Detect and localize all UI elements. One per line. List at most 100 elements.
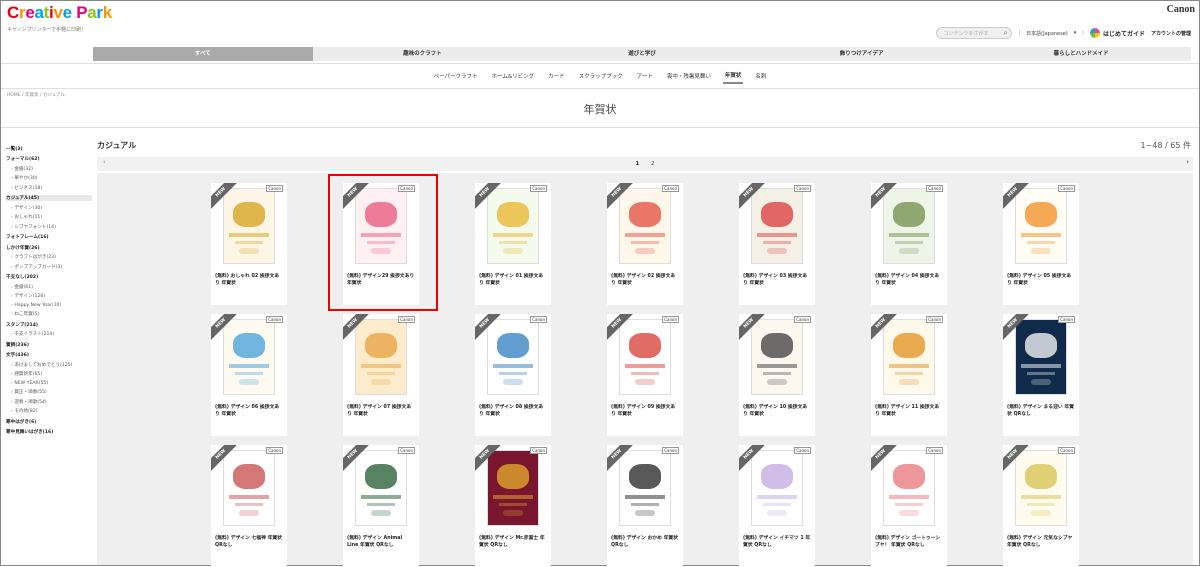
card-caption[interactable]: (無料) デザイン 05 挨拶文あり 年賀状 [1003,269,1079,305]
card-thumbnail[interactable]: NEW Canon [607,445,683,531]
sidebar-group-link[interactable]: 賀詞(236) [6,342,92,348]
card-thumbnail[interactable]: NEW Canon [1003,314,1079,400]
card-thumbnail[interactable]: NEW Canon [871,183,947,269]
sidebar-group-link[interactable]: カジュアル(45) [6,195,92,201]
card-caption[interactable]: (無料) デザイン 01 挨拶文あり 年賀状 [475,269,551,305]
template-card[interactable]: NEW Canon (無料) おしゃれ 02 挨拶文あり 年賀状 [211,183,287,305]
chevron-down-icon[interactable]: ▾ [1074,30,1077,36]
card-caption[interactable]: (無料) デザイン 03 挨拶文あり 年賀状 [739,269,815,305]
card-thumbnail[interactable]: NEW Canon [739,445,815,531]
main-nav-item[interactable]: 飾りつけアイデア [752,47,972,61]
card-thumbnail[interactable]: NEW Canon [607,183,683,269]
breadcrumb[interactable]: HOME / 年賀状 / カジュアル [7,92,65,98]
card-thumbnail[interactable]: NEW Canon [739,314,815,400]
search-input[interactable]: コンテンツをさがす ⌕ [936,27,1013,39]
sidebar-sub-link[interactable]: 迎春・頌歌(54) [6,399,92,405]
sidebar-group-link[interactable]: 寒中見舞いはがき(16) [6,429,92,435]
card-thumbnail[interactable]: NEW Canon [475,183,551,269]
card-caption[interactable]: (無料) デザイン ゴートゥーシブヤ！ 年賀状 QRなし [871,531,947,567]
template-card[interactable]: NEW Canon (無料) デザイン 05 挨拶文あり 年賀状 [1003,183,1079,305]
card-caption[interactable]: (無料) デザイン 07 挨拶文あり 年賀状 [343,400,419,436]
sub-nav-item[interactable]: 喪中・残暑見舞い [665,69,713,83]
template-card[interactable]: NEW Canon (無料) デザイン 07 挨拶文あり 年賀状 [343,314,419,436]
sidebar-group-link[interactable]: しかけ年賀(26) [6,245,92,251]
card-thumbnail[interactable]: NEW Canon [343,314,419,400]
card-thumbnail[interactable]: NEW Canon [1003,445,1079,531]
template-card[interactable]: NEW Canon (無料) デザイン ゴートゥーシブヤ！ 年賀状 QRなし [871,445,947,567]
template-card[interactable]: NEW Canon (無料) デザイン 11 挨拶文あり 年賀状 [871,314,947,436]
card-thumbnail[interactable]: NEW Canon [475,445,551,531]
template-card[interactable]: NEW Canon (無料) デザイン 03 挨拶文あり 年賀状 [739,183,815,305]
card-thumbnail[interactable]: NEW Canon [607,314,683,400]
card-caption[interactable]: (無料) デザイン 08 挨拶文あり 年賀状 [475,400,551,436]
sidebar-sub-link[interactable]: クラフトはがき(23) [6,254,92,260]
main-nav-item[interactable]: 暮らしとハンドメイド [971,47,1191,61]
sidebar-sub-link[interactable]: Happy New Year(10) [6,303,92,308]
canon-brand-logo[interactable]: Canon [1167,4,1195,15]
sidebar-sub-link[interactable]: NEW YEAR(55) [6,381,92,386]
sidebar-group-link[interactable]: スタンプ(214) [6,322,92,328]
card-thumbnail[interactable]: NEW Canon [871,445,947,531]
sidebar-sub-link[interactable]: 華やか(30) [6,175,92,181]
template-card[interactable]: NEW Canon (無料) デザイン イチマツ 1 年賀状 QRなし [739,445,815,567]
template-card[interactable]: NEW Canon (無料) デザイン まる迎い 年賀状 QRなし [1003,314,1079,436]
card-caption[interactable]: (無料) デザイン おかめ 年賀状 QRなし [607,531,683,567]
main-nav-item[interactable]: 趣味のクラフト [313,47,533,61]
card-caption[interactable]: (無料) デザイン 06 挨拶文あり 年賀状 [211,400,287,436]
template-card[interactable]: NEW Canon (無料) デザイン 08 挨拶文あり 年賀状 [475,314,551,436]
card-thumbnail[interactable]: NEW Canon [739,183,815,269]
card-caption[interactable]: (無料) デザイン 10 挨拶文あり 年賀状 [739,400,815,436]
template-card[interactable]: NEW Canon (無料) デザイン Animal Line 年賀状 QRなし [343,445,419,567]
beginner-guide-link[interactable]: はじめてガイド [1089,28,1145,38]
sidebar-sub-link[interactable]: 干支イラスト(214) [6,331,92,337]
sidebar-sub-link[interactable]: シブヤフォント(14) [6,224,92,230]
sidebar-sub-link[interactable]: デザイン(30) [6,205,92,211]
card-caption[interactable]: (無料) デザイン イチマツ 1 年賀状 QRなし [739,531,815,567]
search-icon[interactable]: ⌕ [1004,29,1008,38]
card-caption[interactable]: (無料) デザイン 元気なシブヤ 年賀状 QRなし [1003,531,1079,567]
card-thumbnail[interactable]: NEW Canon [475,314,551,400]
sidebar-sub-link[interactable]: 謹賀新年(65) [6,371,92,377]
card-caption[interactable]: (無料) デザイン 09 挨拶文あり 年賀状 [607,400,683,436]
template-card[interactable]: NEW Canon (無料) デザイン おかめ 年賀状 QRなし [607,445,683,567]
template-card[interactable]: NEW Canon (無料) デザイン 01 挨拶文あり 年賀状 [475,183,551,305]
main-nav-item[interactable]: 遊びと学び [532,47,752,61]
card-thumbnail[interactable]: NEW Canon [871,314,947,400]
sub-nav-item[interactable]: ペーパークラフト [432,69,480,83]
next-page-icon[interactable]: › [1186,158,1189,166]
card-thumbnail[interactable]: NEW Canon [211,445,287,531]
language-select[interactable]: 日本語(Japanese) [1026,30,1068,37]
card-thumbnail[interactable]: NEW Canon [211,314,287,400]
template-card[interactable]: NEW Canon (無料) デザイン 02 挨拶文あり 年賀状 [607,183,683,305]
page-number[interactable]: 1 [636,161,639,167]
card-caption[interactable]: (無料) デザイン 11 挨拶文あり 年賀状 [871,400,947,436]
sub-nav-item[interactable]: 年賀状 [722,68,744,84]
template-card[interactable]: NEW Canon (無料) デザイン 七福神 年賀状 QRなし [211,445,287,567]
sidebar-sub-link[interactable]: 金銀(32) [6,166,92,172]
card-caption[interactable]: (無料) デザイン 七福神 年賀状 QRなし [211,531,287,567]
sub-nav-item[interactable]: カード [546,69,567,83]
account-link[interactable]: アカウントの管理 [1151,30,1191,37]
card-caption[interactable]: (無料) デザイン Mr.赤富士 年賀状 QRなし [475,531,551,567]
template-card[interactable]: NEW Canon (無料) デザイン 10 挨拶文あり 年賀状 [739,314,815,436]
sidebar-sub-link[interactable]: おしゃれ(11) [6,214,92,220]
page-number[interactable]: 2 [651,161,654,167]
sidebar-group-link[interactable]: 寒中はがき(6) [6,419,92,425]
sidebar-group-link[interactable]: フォーマル(62) [6,156,92,162]
sidebar-group-link[interactable]: 干支なし(202) [6,274,92,280]
sub-nav-item[interactable]: アート [635,69,655,83]
card-thumbnail[interactable]: NEW Canon [211,183,287,269]
sidebar-sub-link[interactable]: 賀正・頌春(55) [6,389,92,395]
sidebar-sub-link[interactable]: 金銀(61) [6,284,92,290]
sidebar-group-link[interactable]: フォトフレーム(16) [6,234,92,240]
template-card[interactable]: NEW Canon (無料) デザイン Mr.赤富士 年賀状 QRなし [475,445,551,567]
sidebar-sub-link[interactable]: ビジネス(18) [6,185,92,191]
template-card[interactable]: NEW Canon (無料) デザイン 元気なシブヤ 年賀状 QRなし [1003,445,1079,567]
template-card[interactable]: NEW Canon (無料) デザイン 06 挨拶文あり 年賀状 [211,314,287,436]
card-caption[interactable]: (無料) デザイン 02 挨拶文あり 年賀状 [607,269,683,305]
main-nav-item[interactable]: すべて [93,47,313,61]
template-card[interactable]: NEW Canon (無料) デザイン 04 挨拶文あり 年賀状 [871,183,947,305]
sidebar-group-link[interactable]: 文字(436) [6,352,92,358]
sub-nav-item[interactable]: スクラップブック [577,69,625,83]
sidebar-sub-link[interactable]: ポップアップカード(3) [6,264,92,270]
